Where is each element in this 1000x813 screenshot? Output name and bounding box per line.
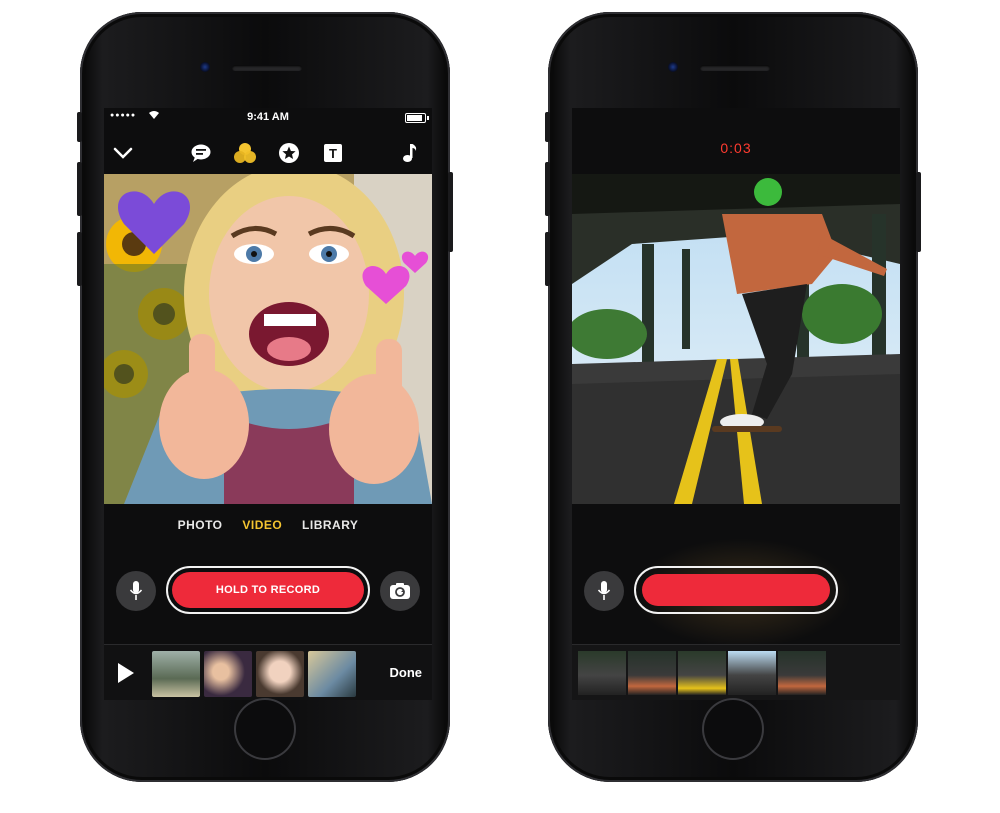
recording-button-active[interactable] <box>634 566 838 614</box>
front-camera <box>668 62 678 72</box>
music-note-icon[interactable] <box>396 140 422 166</box>
star-icon[interactable] <box>276 140 302 166</box>
mode-video[interactable]: VIDEO <box>242 518 282 532</box>
volume-down-button <box>545 232 550 286</box>
hold-to-record-button[interactable]: HOLD TO RECORD <box>166 566 370 614</box>
camera-switch-icon <box>390 583 410 599</box>
microphone-button[interactable] <box>584 571 624 611</box>
clip-thumbnail[interactable] <box>256 651 304 697</box>
front-camera <box>200 62 210 72</box>
status-bar: ●●●●● 9:41 AM <box>104 108 432 126</box>
mode-library[interactable]: LIBRARY <box>302 518 358 532</box>
phone-left: ●●●●● 9:41 AM T PHOTO VIDEO LIBRARY HOLD… <box>77 12 453 782</box>
record-button-label: HOLD TO RECORD <box>172 572 364 608</box>
earpiece-speaker <box>232 65 302 71</box>
home-button <box>704 700 762 758</box>
battery-icon <box>405 113 429 123</box>
filters-icon[interactable] <box>232 140 258 166</box>
mode-photo[interactable]: PHOTO <box>178 518 223 532</box>
frame-thumbnail <box>728 651 776 695</box>
phone-right: 0:03 <box>545 12 921 782</box>
text-icon-glyph: T <box>324 144 342 162</box>
status-time: 9:41 AM <box>247 111 289 123</box>
clips-toolbar: T <box>104 136 432 170</box>
chevron-down-icon[interactable] <box>110 140 136 166</box>
volume-down-button <box>77 232 82 286</box>
microphone-button[interactable] <box>116 571 156 611</box>
mute-switch <box>545 112 550 142</box>
frame-thumbnail <box>578 651 626 695</box>
power-button <box>916 172 921 252</box>
clip-thumbnail[interactable] <box>152 651 200 697</box>
home-button <box>236 700 294 758</box>
clip-thumbnail[interactable] <box>308 651 356 697</box>
camera-preview-selfie[interactable] <box>104 174 432 504</box>
camera-preview-skateboarder[interactable] <box>572 174 900 504</box>
clip-thumbnail[interactable] <box>204 651 252 697</box>
clips-screen-right: 0:03 <box>572 108 900 700</box>
frame-thumbnail <box>628 651 676 695</box>
recording-timer: 0:03 <box>720 140 752 156</box>
clips-timeline: Done <box>104 644 432 700</box>
volume-up-button <box>77 162 82 216</box>
speech-bubble-icon[interactable] <box>188 140 214 166</box>
frame-thumbnail <box>678 651 726 695</box>
done-button[interactable]: Done <box>390 665 423 680</box>
capture-mode-tabs: PHOTO VIDEO LIBRARY <box>104 518 432 532</box>
earpiece-speaker <box>700 65 770 71</box>
flip-camera-button[interactable] <box>380 571 420 611</box>
volume-up-button <box>545 162 550 216</box>
recording-frame-strip <box>578 651 826 695</box>
text-icon[interactable]: T <box>320 140 346 166</box>
play-icon[interactable] <box>118 663 134 683</box>
microphone-icon <box>597 581 611 600</box>
clips-screen-left: ●●●●● 9:41 AM T PHOTO VIDEO LIBRARY HOLD… <box>104 108 432 700</box>
microphone-icon <box>129 581 143 600</box>
recording-progress-bar <box>642 574 830 606</box>
frame-thumbnail <box>778 651 826 695</box>
clips-timeline <box>572 644 900 700</box>
mute-switch <box>77 112 82 142</box>
power-button <box>448 172 453 252</box>
